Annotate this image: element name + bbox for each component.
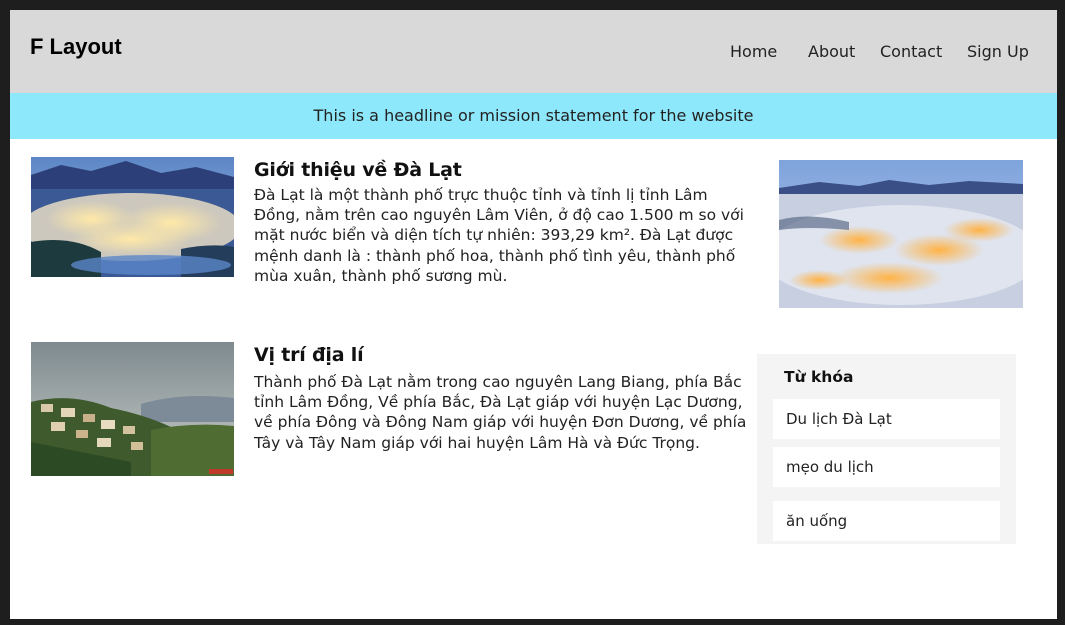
text-line: Thành phố Đà Lạt nằm trong cao nguyên La… [254,373,742,391]
text-line: Đà Lạt là một thành phố trực thuộc tỉnh … [254,186,708,204]
article-text-intro: Đà Lạt là một thành phố trực thuộc tỉnh … [254,185,754,286]
text-line: mệnh danh là : thành phố hoa, thành phố … [254,246,736,265]
keywords-panel: Từ khóa Du lịch Đà Lạt mẹo du lịch ăn uố… [757,354,1016,544]
dalat-village-image [31,342,234,476]
keyword-item-du-lich-da-lat[interactable]: Du lịch Đà Lạt [773,399,1000,439]
keyword-item-an-uong[interactable]: ăn uống [773,501,1000,541]
mission-banner: This is a headline or mission statement … [10,93,1057,139]
keywords-title: Từ khóa [784,368,854,386]
text-line: tỉnh Lâm Đồng, Về phía Bắc, Đà Lạt giáp … [254,393,743,412]
text-line: mặt nước biển và diện tích tự nhiên: 393… [254,226,734,245]
dalat-night-fog-image [779,160,1023,308]
keyword-item-meo-du-lich[interactable]: mẹo du lịch [773,447,1000,487]
article-text-geography: Thành phố Đà Lạt nằm trong cao nguyên La… [254,372,754,453]
article-title-geography: Vị trí địa lí [254,344,364,366]
nav-home[interactable]: Home [730,42,777,61]
article-title-intro: Giới thiệu về Đà Lạt [254,159,462,181]
text-line: mùa xuân, thành phố sương mù. [254,266,508,285]
nav-contact[interactable]: Contact [880,42,942,61]
text-line: Tây và Tây Nam giáp với hai huyện Lâm Hà… [254,433,700,452]
dalat-fog-city-image [31,157,234,277]
nav-about[interactable]: About [808,42,855,61]
site-logo[interactable]: F Layout [30,34,122,60]
nav-sign-up[interactable]: Sign Up [967,42,1029,61]
page-frame: F Layout Home About Contact Sign Up This… [10,10,1057,619]
text-line: Đồng, nằm trên cao nguyên Lâm Viên, ở độ… [254,206,744,225]
text-line: về phía Đông và Đông Nam giáp với huyện … [254,413,747,432]
site-header: F Layout Home About Contact Sign Up [10,10,1057,93]
